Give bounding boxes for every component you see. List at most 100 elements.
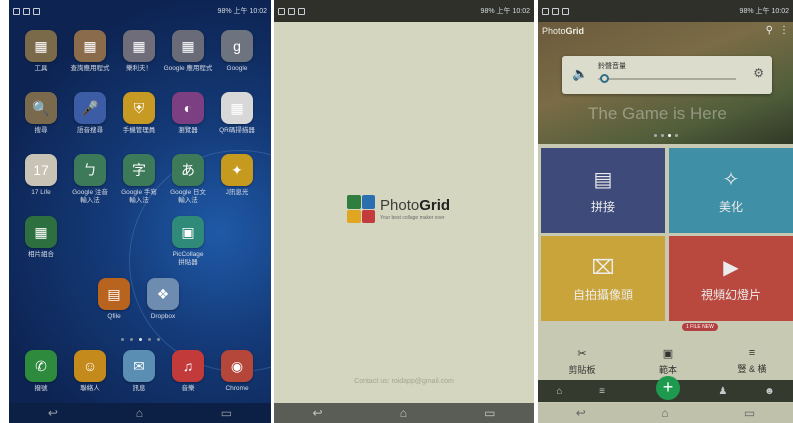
app-shortcut[interactable]: ▦ Google 應用程式: [160, 30, 216, 73]
app-shortcut[interactable]: ㄅ Google 注音 輸入法: [62, 154, 118, 205]
app-shortcut[interactable]: ✉ 訊息: [111, 350, 167, 393]
app-label: 訊息: [132, 385, 146, 392]
dropbox-icon: ❖: [147, 278, 179, 310]
chrome-icon: ◉: [221, 350, 253, 382]
app-shortcut[interactable]: ▣ PicCollage 拼貼器: [160, 216, 216, 267]
hero-dot: [660, 134, 664, 137]
app-shortcut[interactable]: ▤ Qfile: [86, 278, 142, 321]
app-shortcut[interactable]: ▦ 相片組合: [13, 216, 69, 259]
home-icon[interactable]: ⌂: [400, 406, 407, 420]
app-shortcut[interactable]: ✦ J訊息光: [209, 154, 265, 197]
overflow-menu-icon[interactable]: ⋮: [779, 25, 789, 36]
app-title: PhotoGrid: [542, 26, 584, 36]
app-shortcut[interactable]: ♫ 音樂: [160, 350, 216, 393]
home-icon[interactable]: ⌂: [661, 406, 668, 420]
back-icon[interactable]: ↩: [576, 406, 586, 420]
app-label: Google 注音 輸入法: [72, 189, 108, 204]
volume-slider[interactable]: [598, 78, 736, 80]
battery-level: 98%: [217, 8, 232, 15]
app-shortcut[interactable]: 🔍 搜尋: [13, 92, 69, 135]
ampm: 上午: [233, 8, 248, 15]
notification-icon: [298, 7, 305, 15]
back-icon[interactable]: ↩: [48, 406, 58, 420]
magic-wand-icon: ✧: [722, 168, 740, 191]
hero-text: The Game is Here: [588, 104, 727, 123]
home-tab-icon[interactable]: ⌂: [556, 386, 562, 397]
app-label: PicCollage 拼貼器: [172, 251, 204, 266]
app-shortcut[interactable]: ▦ QR碼掃描器: [209, 92, 265, 135]
notification-icon: [542, 7, 549, 15]
app-shortcut[interactable]: ◐ 瀏覽器: [160, 92, 216, 135]
music-icon: ♫: [172, 350, 204, 382]
app-shortcut[interactable]: 17 17 Life: [13, 154, 69, 197]
app-shortcut[interactable]: ☺ 聯絡人: [62, 350, 118, 393]
notification-icon: [288, 7, 295, 15]
app-shortcut[interactable]: 🎤 語音搜尋: [62, 92, 118, 135]
piccollage-icon: ▣: [172, 216, 204, 248]
new-badge: 1 FILE NEW: [682, 323, 718, 331]
app-label: 音樂: [181, 385, 195, 392]
app-shortcut[interactable]: ⛨ 手機管理員: [111, 92, 167, 135]
messages-icon: ✉: [123, 350, 155, 382]
feature-tile[interactable]: ⌧ 自拍攝像頭: [541, 236, 665, 321]
feature-tile[interactable]: ▶ 視頻幻燈片: [669, 236, 793, 321]
app-label: 聯絡人: [80, 385, 100, 392]
contact-text: Contact us: roidapp@gmail.com: [354, 378, 454, 385]
scissors-icon: ✂: [577, 348, 587, 360]
qr-icon: ▦: [221, 92, 253, 124]
home-icon[interactable]: ⌂: [136, 406, 143, 420]
battery-level: 98%: [480, 8, 495, 15]
app-shortcut[interactable]: あ Google 日文 輸入法: [160, 154, 216, 205]
recents-icon[interactable]: ▭: [744, 406, 755, 420]
brand-name: PhotoGrid: [380, 198, 450, 213]
film-icon: ▶: [723, 256, 739, 279]
splash-panel: 98% 上午 10:02 PhotoGrid Your best collage…: [274, 0, 534, 423]
template-icon: ▣: [662, 348, 674, 360]
page-dot: [120, 338, 124, 341]
keyboard-icon: ㄅ: [74, 154, 106, 186]
add-button[interactable]: +: [656, 376, 680, 400]
list-tab-icon[interactable]: ≡: [599, 386, 605, 397]
magnifier-icon: 🔍: [25, 92, 57, 124]
page-indicator: [9, 338, 271, 341]
folder-icon: ▦: [123, 30, 155, 62]
app-shortcut[interactable]: ▦ 查詢應用程式: [62, 30, 118, 73]
page-dot: [156, 338, 160, 341]
home-screen-panel: 98% 上午 10:02 ▦ 工具 ▦ 查詢應用程式 ▦ 樂利夫！ ▦ Google 應用程式…: [9, 0, 271, 423]
brand-thin: Photo: [380, 196, 420, 214]
status-bar: 98% 上午 10:02: [274, 0, 534, 22]
feature-shortcut[interactable]: ▣ 範本: [638, 347, 698, 376]
ampm: 上午: [755, 8, 770, 15]
recents-icon[interactable]: ▭: [484, 406, 495, 420]
app-shortcut[interactable]: ▦ 樂利夫！: [111, 30, 167, 73]
clock: 10:02: [512, 8, 530, 15]
app-label: 樂利夫！: [126, 65, 152, 72]
browser-icon: ◐: [172, 92, 204, 124]
app-shortcut[interactable]: ✆ 撥號: [13, 350, 69, 393]
app-shortcut[interactable]: ❖ Dropbox: [135, 278, 191, 321]
hero-dot: [653, 134, 657, 137]
app-label: 語音搜尋: [77, 127, 103, 134]
feature-shortcut[interactable]: ✂ 剪貼板: [552, 347, 612, 376]
profile-tab-icon[interactable]: ☻: [764, 386, 775, 397]
feature-tile-label: 美化: [718, 199, 743, 214]
recents-icon[interactable]: ▭: [221, 406, 232, 420]
back-icon[interactable]: ↩: [313, 406, 323, 420]
feature-tile[interactable]: ▤ 拼接: [541, 148, 665, 233]
search-icon[interactable]: ⚲: [766, 25, 773, 36]
app-label: 撥號: [34, 385, 48, 392]
feature-shortcut[interactable]: ≡ 豎 & 橫: [722, 347, 782, 375]
volume-slider-knob[interactable]: [599, 74, 609, 83]
app-shortcut[interactable]: ▦ 工具: [13, 30, 69, 73]
microphone-icon: 🎤: [74, 92, 106, 124]
gear-icon[interactable]: ⚙: [753, 66, 764, 80]
shield-icon: ⛨: [123, 92, 155, 124]
app-shortcut[interactable]: ◉ Chrome: [209, 350, 265, 393]
app-shortcut[interactable]: 字 Google 手寫 輸入法: [111, 154, 167, 205]
clock: 10:02: [249, 8, 267, 15]
notification-tab-icon[interactable]: ♟: [718, 386, 727, 397]
feature-tile[interactable]: ✧ 美化: [669, 148, 793, 233]
app-shortcut[interactable]: g Google: [209, 30, 265, 73]
app-label: 相片組合: [28, 251, 54, 258]
hero-dot-active: [667, 134, 671, 137]
